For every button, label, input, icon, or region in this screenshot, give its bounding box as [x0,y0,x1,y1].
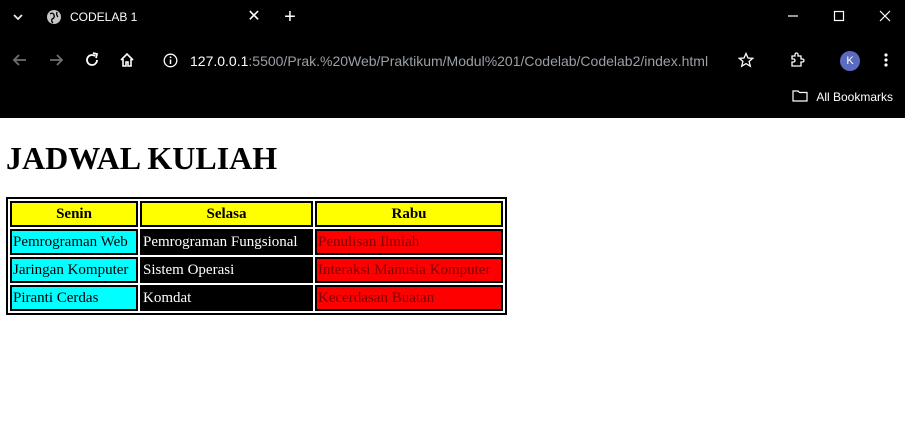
address-bar[interactable]: 127.0.0.1:5500/Prak.%20Web/Praktikum/Mod… [190,53,708,69]
cell-selasa: Sistem Operasi [140,257,313,283]
tab-search-chevron-icon[interactable] [8,6,28,28]
header-senin: Senin [10,201,138,227]
maximize-icon[interactable] [827,6,851,28]
minimize-icon[interactable] [781,6,805,28]
cell-rabu: Kecerdasan Buatan [315,285,503,311]
cell-rabu: Interaksi Manusia Komputer [315,257,503,283]
tab-bar: CODELAB 1 ✕ + [0,0,905,35]
header-selasa: Selasa [140,201,313,227]
toolbar: 127.0.0.1:5500/Prak.%20Web/Praktikum/Mod… [0,42,905,78]
cell-selasa: Pemrograman Fungsional [140,229,313,255]
all-bookmarks-button[interactable]: All Bookmarks [792,89,893,105]
active-tab[interactable]: CODELAB 1 ✕ [36,0,272,35]
cell-senin: Jaringan Komputer [10,257,138,283]
more-menu-icon[interactable] [874,48,898,72]
cell-senin: Piranti Cerdas [10,285,138,311]
reload-icon[interactable] [80,48,104,72]
page-content: JADWAL KULIAH Senin Selasa Rabu Pemrogra… [0,118,905,435]
folder-icon [792,89,808,105]
bookmark-star-icon[interactable] [734,48,758,72]
tab-title: CODELAB 1 [70,10,138,24]
new-tab-icon[interactable]: + [279,6,301,28]
tab-close-icon[interactable]: ✕ [244,7,264,27]
extensions-icon[interactable] [785,48,809,72]
site-info-icon[interactable] [163,53,178,68]
url-host: 127.0.0.1 [190,53,249,69]
header-rabu: Rabu [315,201,503,227]
table-row: Pemrograman Web Pemrograman Fungsional P… [10,229,503,255]
table-header-row: Senin Selasa Rabu [10,201,503,227]
schedule-table: Senin Selasa Rabu Pemrograman Web Pemrog… [6,197,507,315]
table-row: Jaringan Komputer Sistem Operasi Interak… [10,257,503,283]
cell-rabu: Penulisan Ilmiah [315,229,503,255]
window-close-icon[interactable] [873,6,897,28]
profile-avatar[interactable]: K [840,51,860,71]
cell-senin: Pemrograman Web [10,229,138,255]
forward-arrow-icon[interactable] [44,48,68,72]
all-bookmarks-label: All Bookmarks [816,90,893,104]
cell-selasa: Komdat [140,285,313,311]
table-row: Piranti Cerdas Komdat Kecerdasan Buatan [10,285,503,311]
globe-icon [46,9,62,25]
back-arrow-icon[interactable] [8,48,32,72]
page-heading: JADWAL KULIAH [6,140,278,176]
home-icon[interactable] [115,48,139,72]
browser-chrome: CODELAB 1 ✕ + 127.0.0.1:5500/Prak.%20Web… [0,0,905,118]
url-path: :5500/Prak.%20Web/Praktikum/Modul%201/Co… [248,53,709,69]
